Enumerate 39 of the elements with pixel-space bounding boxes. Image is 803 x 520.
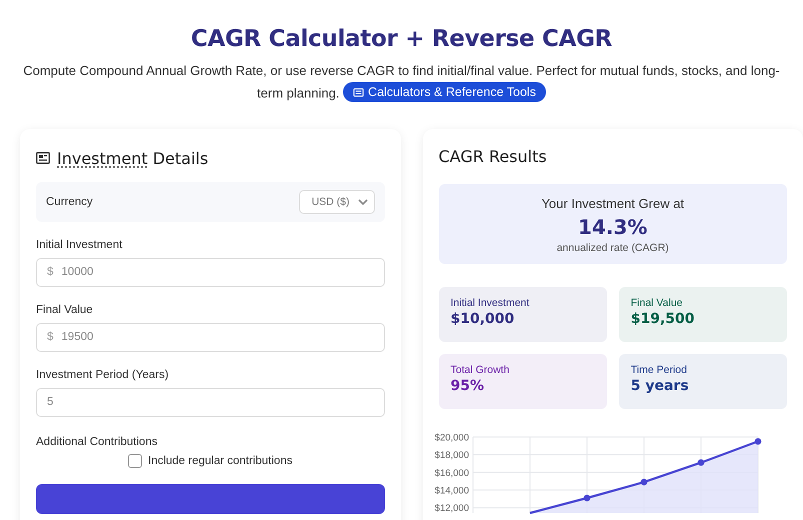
field-label: Additional Contributions xyxy=(36,436,158,448)
data-point xyxy=(583,494,590,501)
stat-value: 95% xyxy=(450,378,486,394)
data-point xyxy=(640,478,647,485)
axis-tick-label: $12,000 xyxy=(434,502,468,514)
field-label: Initial Investment xyxy=(36,238,124,250)
tools-link[interactable]: Calculators & Reference Tools xyxy=(343,82,546,102)
stat-value: 5 years xyxy=(630,378,690,394)
input-field[interactable]: $ 10000 xyxy=(36,258,384,286)
field-label: Final Value xyxy=(36,304,94,316)
card-title: CAGR Results xyxy=(438,146,548,166)
stat-value: $19,500 xyxy=(630,310,696,326)
stat-label: Total Growth xyxy=(450,364,510,376)
card-icon xyxy=(36,152,50,164)
checkbox[interactable] xyxy=(128,454,142,468)
stat-label: Time Period xyxy=(630,364,688,376)
currency-select[interactable]: USD ($) xyxy=(298,190,374,214)
card-title: Investment Details xyxy=(57,148,208,168)
stat-label: Final Value xyxy=(630,296,684,308)
axis-tick-label: $14,000 xyxy=(434,485,468,496)
field-label: Investment Period (Years) xyxy=(36,368,170,380)
checkbox-label[interactable]: Include regular contributions xyxy=(148,454,292,466)
axis-tick-label: $18,000 xyxy=(434,450,468,461)
page-title: CAGR Calculator + Reverse CAGR xyxy=(190,26,614,52)
input-field[interactable]: $ 19500 xyxy=(36,322,384,352)
page-subtitle: Compute Compound Annual Growth Rate, or use reverse CAGR to find initial/final value. Perfect for mutual funds, stocks, and long-term planning. Calculators & Reference Tools xyxy=(22,62,781,104)
field-label: Currency xyxy=(46,196,93,208)
data-point xyxy=(754,438,761,444)
result-note: annualized rate (CAGR) xyxy=(556,242,670,254)
data-point xyxy=(697,458,704,466)
axis-tick-label: $20,000 xyxy=(434,432,468,443)
input-field[interactable]: 5 xyxy=(36,388,384,416)
list-icon xyxy=(353,86,364,98)
stat-value: $10,000 xyxy=(450,310,516,326)
chevron-down-icon xyxy=(358,198,368,204)
axis-tick-label: $16,000 xyxy=(434,467,468,478)
stat-label: Initial Investment xyxy=(450,296,530,308)
cagr-value: 14.3% xyxy=(577,214,648,238)
result-caption: Your Investment Grew at xyxy=(540,196,686,210)
